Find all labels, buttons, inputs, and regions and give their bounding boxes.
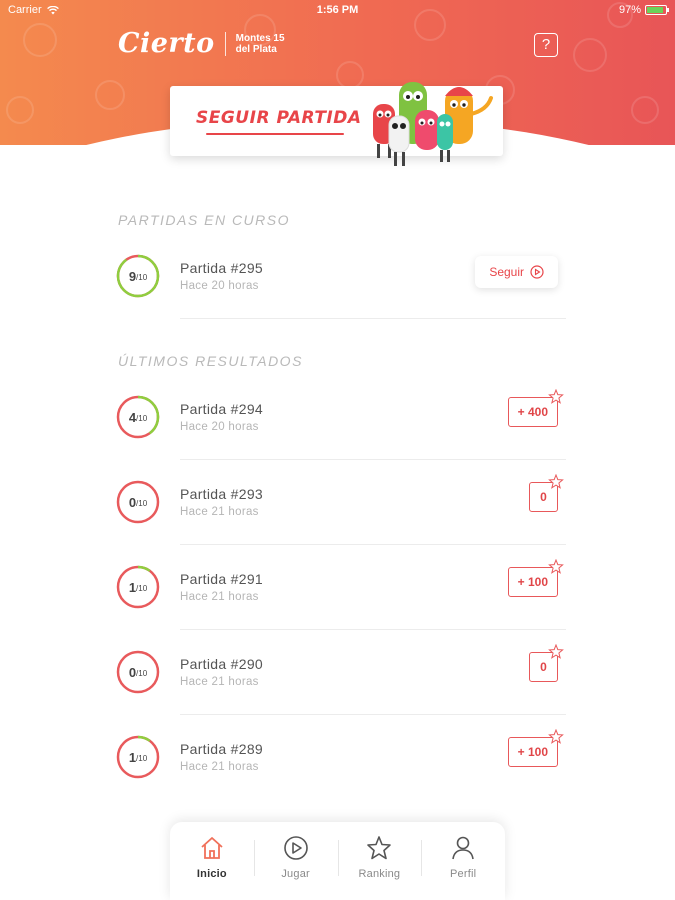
follow-button-label: Seguir xyxy=(489,265,524,279)
follow-button[interactable]: Seguir xyxy=(475,256,558,288)
battery-icon xyxy=(645,5,669,15)
continue-game-card[interactable]: SEGUIR PARTIDA xyxy=(170,82,503,166)
result-row[interactable]: 1/10 Partida #289 Hace 21 horas + 100 xyxy=(116,715,564,800)
points-badge: 0 xyxy=(529,474,564,512)
points-badge: + 400 xyxy=(507,389,564,427)
tab-jugar[interactable]: Jugar xyxy=(253,822,338,900)
home-icon xyxy=(201,837,223,859)
score-total: /10 xyxy=(136,669,148,678)
result-row[interactable]: 0/10 Partida #290 Hace 21 horas 0 xyxy=(116,630,566,715)
star-icon xyxy=(367,836,392,860)
points-badge: + 100 xyxy=(507,559,564,597)
status-time: 1:56 PM xyxy=(316,4,359,16)
logo-text: Cierto xyxy=(118,28,215,59)
points-badge: 0 xyxy=(529,644,564,682)
game-name: Partida #293 xyxy=(180,486,263,502)
app-logo: Cierto Montes 15 del Plata xyxy=(118,28,298,59)
score-total: /10 xyxy=(136,414,148,423)
game-name: Partida #294 xyxy=(180,401,263,417)
score-label: 4/10 xyxy=(116,395,160,439)
points-value: + 100 xyxy=(517,575,548,589)
tab-label: Ranking xyxy=(358,868,401,880)
user-icon xyxy=(452,836,474,860)
results-section-title: ÚLTIMOS RESULTADOS xyxy=(118,353,303,369)
help-button[interactable]: ? xyxy=(534,33,558,57)
result-row[interactable]: 4/10 Partida #294 Hace 20 horas + 400 xyxy=(116,375,566,460)
tab-inicio[interactable]: Inicio xyxy=(170,822,254,900)
tab-perfil[interactable]: Perfil xyxy=(421,822,505,900)
in-progress-section-title: PARTIDAS EN CURSO xyxy=(118,212,291,228)
play-circle-icon xyxy=(530,265,544,279)
points-badge: + 100 xyxy=(507,729,564,767)
row-divider xyxy=(180,318,566,319)
tab-ranking[interactable]: Ranking xyxy=(337,822,422,900)
score-label: 0/10 xyxy=(116,650,160,694)
game-name: Partida #291 xyxy=(180,571,263,587)
score-label: 1/10 xyxy=(116,565,160,609)
result-row[interactable]: 1/10 Partida #291 Hace 21 horas + 100 xyxy=(116,545,566,630)
continue-game-label: SEGUIR PARTIDA xyxy=(196,108,362,128)
score-value: 4 xyxy=(128,409,137,425)
game-time: Hace 21 horas xyxy=(180,591,259,603)
score-value: 9 xyxy=(128,268,137,284)
brand-line1: Montes xyxy=(235,32,271,44)
mascots-illustration xyxy=(373,82,493,166)
points-value: 0 xyxy=(540,660,547,674)
continue-underline xyxy=(206,133,344,135)
score-total: /10 xyxy=(136,584,148,593)
tab-label: Jugar xyxy=(281,868,310,880)
points-value: + 100 xyxy=(517,745,548,759)
tab-label: Inicio xyxy=(196,868,227,880)
points-value: + 400 xyxy=(517,405,548,419)
game-name: Partida #290 xyxy=(180,656,263,672)
score-value: 0 xyxy=(128,664,137,680)
game-time: Hace 20 horas xyxy=(180,421,259,433)
game-time: Hace 21 horas xyxy=(180,506,259,518)
score-label: 1/10 xyxy=(116,735,160,779)
score-value: 1 xyxy=(128,749,137,765)
play-icon xyxy=(283,836,308,860)
status-bar: Carrier 1:56 PM 97% xyxy=(0,0,675,20)
game-time: Hace 21 horas xyxy=(180,676,259,688)
game-name: Partida #295 xyxy=(180,260,263,276)
game-time: Hace 20 horas xyxy=(180,280,259,292)
score-total: /10 xyxy=(136,273,148,282)
score-total: /10 xyxy=(136,499,148,508)
points-value: 0 xyxy=(540,490,547,504)
score-value: 0 xyxy=(128,494,137,510)
star-icon xyxy=(548,644,564,659)
score-label: 0/10 xyxy=(116,480,160,524)
score-label: 9/10 xyxy=(116,254,160,298)
tab-label: Perfil xyxy=(449,868,477,880)
score-value: 1 xyxy=(128,579,137,595)
score-total: /10 xyxy=(136,754,148,763)
in-progress-row[interactable]: 9/10 Partida #295 Hace 20 horas Seguir xyxy=(116,234,566,319)
logo-divider xyxy=(224,31,226,56)
star-icon xyxy=(548,729,564,744)
star-icon xyxy=(548,474,564,489)
star-icon xyxy=(548,559,564,574)
brand-badge: 15 xyxy=(273,32,285,44)
tab-bar: Inicio Jugar Ranking Perfil xyxy=(170,822,505,900)
star-icon xyxy=(548,389,564,404)
result-row[interactable]: 0/10 Partida #293 Hace 21 horas 0 xyxy=(116,460,566,545)
game-time: Hace 21 horas xyxy=(180,761,259,773)
brand-line2: del Plata xyxy=(235,43,277,55)
brand-logo: Montes 15 del Plata xyxy=(236,33,298,55)
game-name: Partida #289 xyxy=(180,741,263,757)
